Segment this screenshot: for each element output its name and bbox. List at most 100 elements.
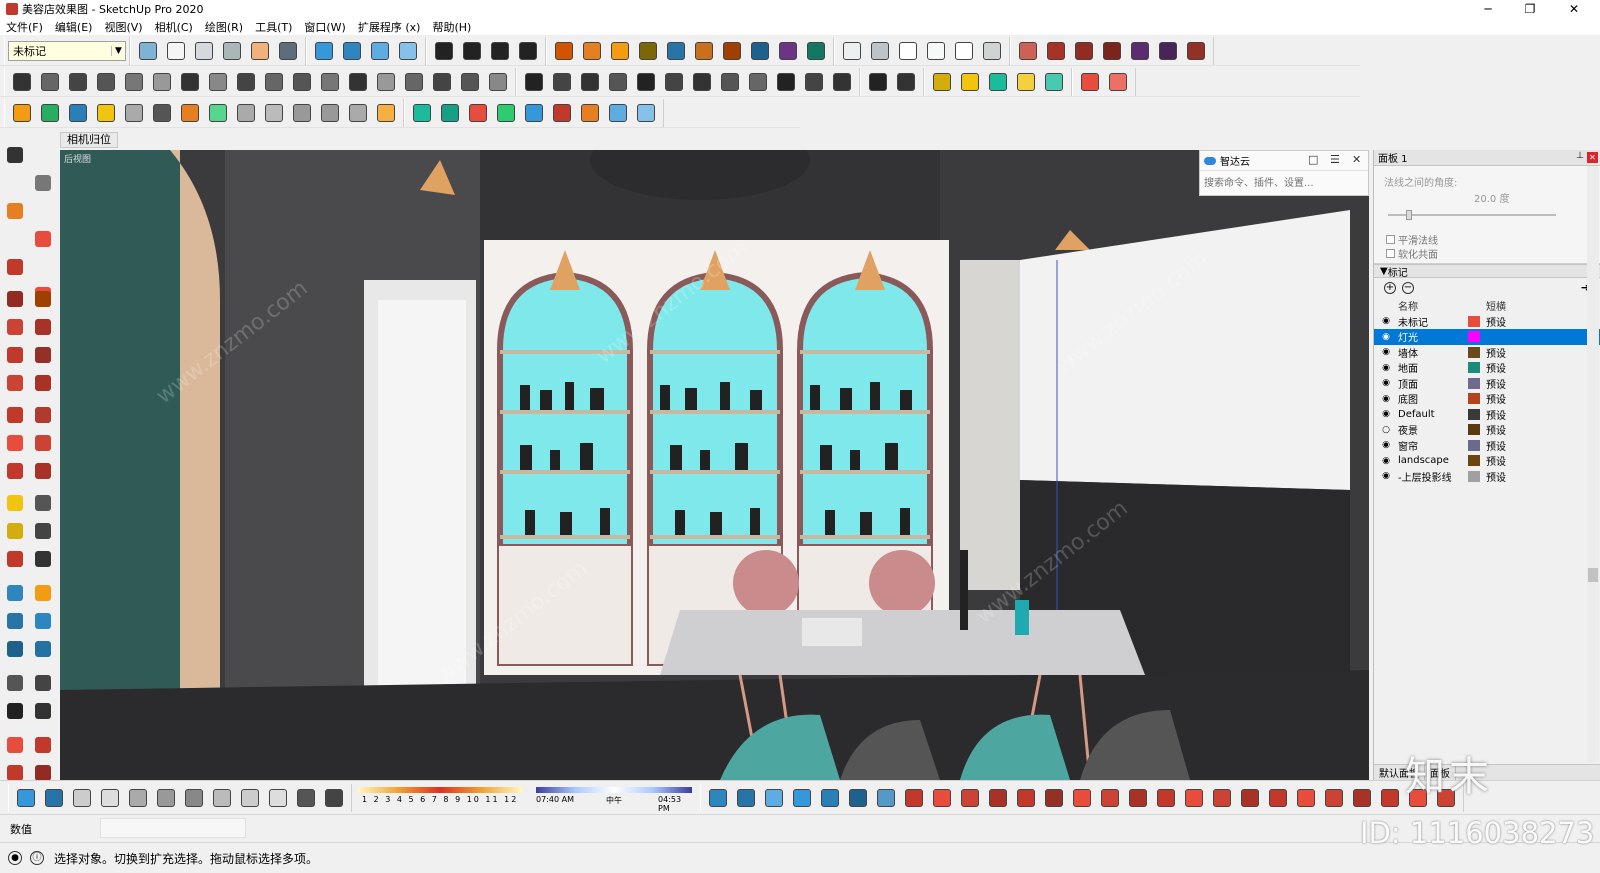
eye-icon[interactable]: ◉ <box>1380 440 1392 450</box>
menu-window[interactable]: 窗口(W) <box>298 19 351 35</box>
tape-measure-tool[interactable] <box>4 492 26 514</box>
move-tool-button[interactable] <box>957 69 983 95</box>
spiral-green-button[interactable] <box>493 100 519 126</box>
gear-red-button[interactable] <box>1077 69 1103 95</box>
smooth-normals-checkbox[interactable]: 平滑法线 <box>1386 232 1438 247</box>
restore-icon[interactable]: □ <box>1308 153 1318 166</box>
tag-dash[interactable]: 预设 <box>1486 453 1506 468</box>
walk-b-button[interactable] <box>1153 785 1179 811</box>
3d-text-tool[interactable] <box>32 548 54 570</box>
left-view-button[interactable] <box>275 38 301 64</box>
import-model-button[interactable] <box>13 785 39 811</box>
render-c-button[interactable] <box>181 785 207 811</box>
zoom-window-tool[interactable] <box>32 610 54 632</box>
scene-tab[interactable]: 相机归位 <box>60 132 118 148</box>
tag-color-swatch[interactable] <box>1468 315 1480 327</box>
layer-b-button[interactable] <box>265 785 291 811</box>
bars-button[interactable] <box>93 69 119 95</box>
menu-help[interactable]: 帮助(H) <box>426 19 477 35</box>
double-line-button[interactable] <box>149 69 175 95</box>
eye-icon[interactable]: ◉ <box>1380 332 1392 342</box>
menu-draw[interactable]: 绘图(R) <box>199 19 249 35</box>
tag-dash[interactable]: 预设 <box>1486 360 1506 375</box>
material-a-button[interactable] <box>1015 38 1041 64</box>
bench-button[interactable] <box>1125 785 1151 811</box>
export-model-button[interactable] <box>41 785 67 811</box>
paint-d-button[interactable] <box>1155 38 1181 64</box>
cube-c-button[interactable] <box>1349 785 1375 811</box>
tags-section-header[interactable]: ▼ 标记 ✕ <box>1374 264 1600 279</box>
top-view-button[interactable] <box>163 38 189 64</box>
curve-button[interactable] <box>261 69 287 95</box>
dots-button[interactable] <box>549 69 575 95</box>
cube-blue-button[interactable] <box>633 100 659 126</box>
flower-button[interactable] <box>1041 785 1067 811</box>
eraser-bottom-button[interactable] <box>321 785 347 811</box>
text-tool[interactable] <box>32 520 54 542</box>
figure-button[interactable] <box>1041 69 1067 95</box>
tag-color-swatch[interactable] <box>1468 331 1480 342</box>
orbit-button[interactable] <box>311 38 337 64</box>
tag-row[interactable]: ◉ -上层投影线 预设 <box>1374 469 1600 485</box>
frame-b-button[interactable] <box>985 785 1011 811</box>
ramp-button[interactable] <box>65 69 91 95</box>
tag-row[interactable]: ◉ 未标记 预设 <box>1374 314 1600 330</box>
brush-button[interactable] <box>829 69 855 95</box>
tag-color-swatch[interactable] <box>1468 393 1480 404</box>
cloud-up-button[interactable] <box>761 785 787 811</box>
cube-d-button[interactable] <box>1377 785 1403 811</box>
tag-row[interactable]: ◉ landscape 预设 <box>1374 453 1600 469</box>
cloud-loop-button[interactable] <box>733 785 759 811</box>
eye-icon[interactable]: ◉ <box>1380 363 1392 373</box>
tag-color-swatch[interactable] <box>1468 362 1480 373</box>
refresh-button[interactable] <box>37 100 63 126</box>
remove-tag-button[interactable]: − <box>1402 282 1414 294</box>
tag-color-swatch[interactable] <box>1468 346 1480 358</box>
cube-b-button[interactable] <box>1321 785 1347 811</box>
box-a-button[interactable] <box>957 785 983 811</box>
camera-b-button[interactable] <box>893 69 919 95</box>
table-tool-button[interactable] <box>457 69 483 95</box>
render-d-button[interactable] <box>209 785 235 811</box>
stairs-button[interactable] <box>9 69 35 95</box>
circle-tool[interactable] <box>4 316 26 338</box>
cross-move-button[interactable] <box>985 69 1011 95</box>
prism-pink-button[interactable] <box>549 100 575 126</box>
material-b-button[interactable] <box>1043 38 1069 64</box>
table-button[interactable] <box>431 38 457 64</box>
warehouse-button[interactable] <box>839 38 865 64</box>
film-button[interactable] <box>233 100 259 126</box>
tag-row[interactable]: ◉ 底图 预设 <box>1374 391 1600 407</box>
text-tool-button[interactable] <box>1013 69 1039 95</box>
magnify-button[interactable] <box>1237 785 1263 811</box>
close-window-button[interactable]: ✕ <box>1556 0 1592 18</box>
home-button[interactable] <box>895 38 921 64</box>
chair-button[interactable] <box>177 69 203 95</box>
info-box-button[interactable] <box>373 100 399 126</box>
eye-icon[interactable]: ◉ <box>1380 456 1392 466</box>
search-input[interactable] <box>1204 174 1364 192</box>
tag-row[interactable]: ○ 夜景 预设 <box>1374 422 1600 438</box>
cloud-sync-button[interactable] <box>705 785 731 811</box>
garage-button[interactable] <box>979 38 1005 64</box>
ring-button[interactable] <box>487 38 513 64</box>
soften-coplanar-checkbox[interactable]: 软化共面 <box>1386 246 1438 261</box>
tag-color-swatch[interactable] <box>1468 470 1480 482</box>
balance-button[interactable] <box>121 69 147 95</box>
gem-a-tool[interactable] <box>4 734 26 756</box>
export-pdf-button[interactable] <box>97 785 123 811</box>
push-pull-tool[interactable] <box>32 404 54 426</box>
pillar-button[interactable] <box>689 69 715 95</box>
zoom-tool[interactable] <box>4 610 26 632</box>
cup-button[interactable] <box>1097 785 1123 811</box>
shadow-date-slider[interactable]: 1 2 3 4 5 6 7 8 9 10 11 12 <box>358 786 522 809</box>
chat-button[interactable] <box>345 100 371 126</box>
render-b-button[interactable] <box>153 785 179 811</box>
plant-button[interactable] <box>205 100 231 126</box>
stack-button[interactable] <box>401 69 427 95</box>
angle-slider-handle[interactable] <box>1406 210 1412 220</box>
pie-tool[interactable] <box>32 344 54 366</box>
active-tag-select[interactable]: 未标记 ▼ <box>8 40 126 61</box>
rotated-rect-tool[interactable] <box>32 288 54 310</box>
bend-button[interactable] <box>775 38 801 64</box>
